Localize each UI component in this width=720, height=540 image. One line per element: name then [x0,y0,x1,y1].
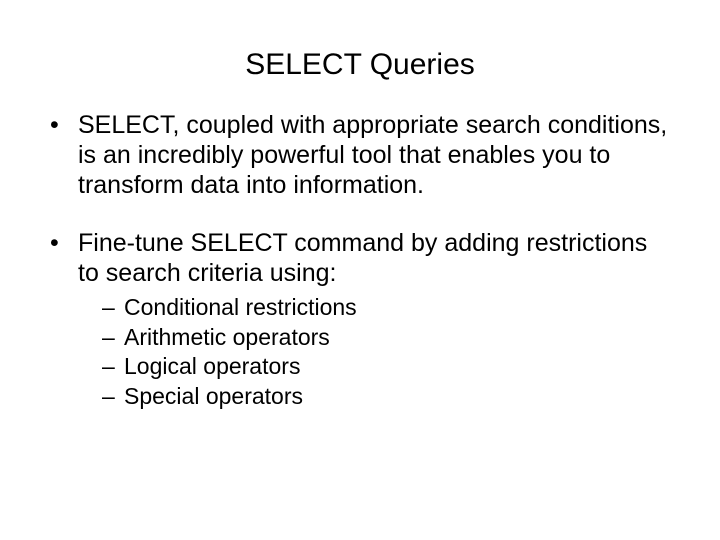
sub-bullet-text: Arithmetic operators [124,324,330,350]
sub-bullet-text: Logical operators [124,353,300,379]
sub-bullet-item: Conditional restrictions [102,294,670,322]
slide-content: SELECT, coupled with appropriate search … [50,110,670,410]
sub-bullet-item: Arithmetic operators [102,324,670,352]
sub-bullet-text: Special operators [124,383,303,409]
bullet-text: SELECT, coupled with appropriate search … [78,111,667,199]
bullet-item: Fine-tune SELECT command by adding restr… [50,228,670,410]
bullet-item: SELECT, coupled with appropriate search … [50,110,670,200]
bullet-list: SELECT, coupled with appropriate search … [50,110,670,410]
sub-bullet-item: Special operators [102,383,670,411]
sub-bullet-list: Conditional restrictions Arithmetic oper… [78,294,670,410]
slide-title: SELECT Queries [0,48,720,82]
sub-bullet-text: Conditional restrictions [124,294,357,320]
slide: SELECT Queries SELECT, coupled with appr… [0,48,720,540]
sub-bullet-item: Logical operators [102,353,670,381]
bullet-text: Fine-tune SELECT command by adding restr… [78,229,647,287]
